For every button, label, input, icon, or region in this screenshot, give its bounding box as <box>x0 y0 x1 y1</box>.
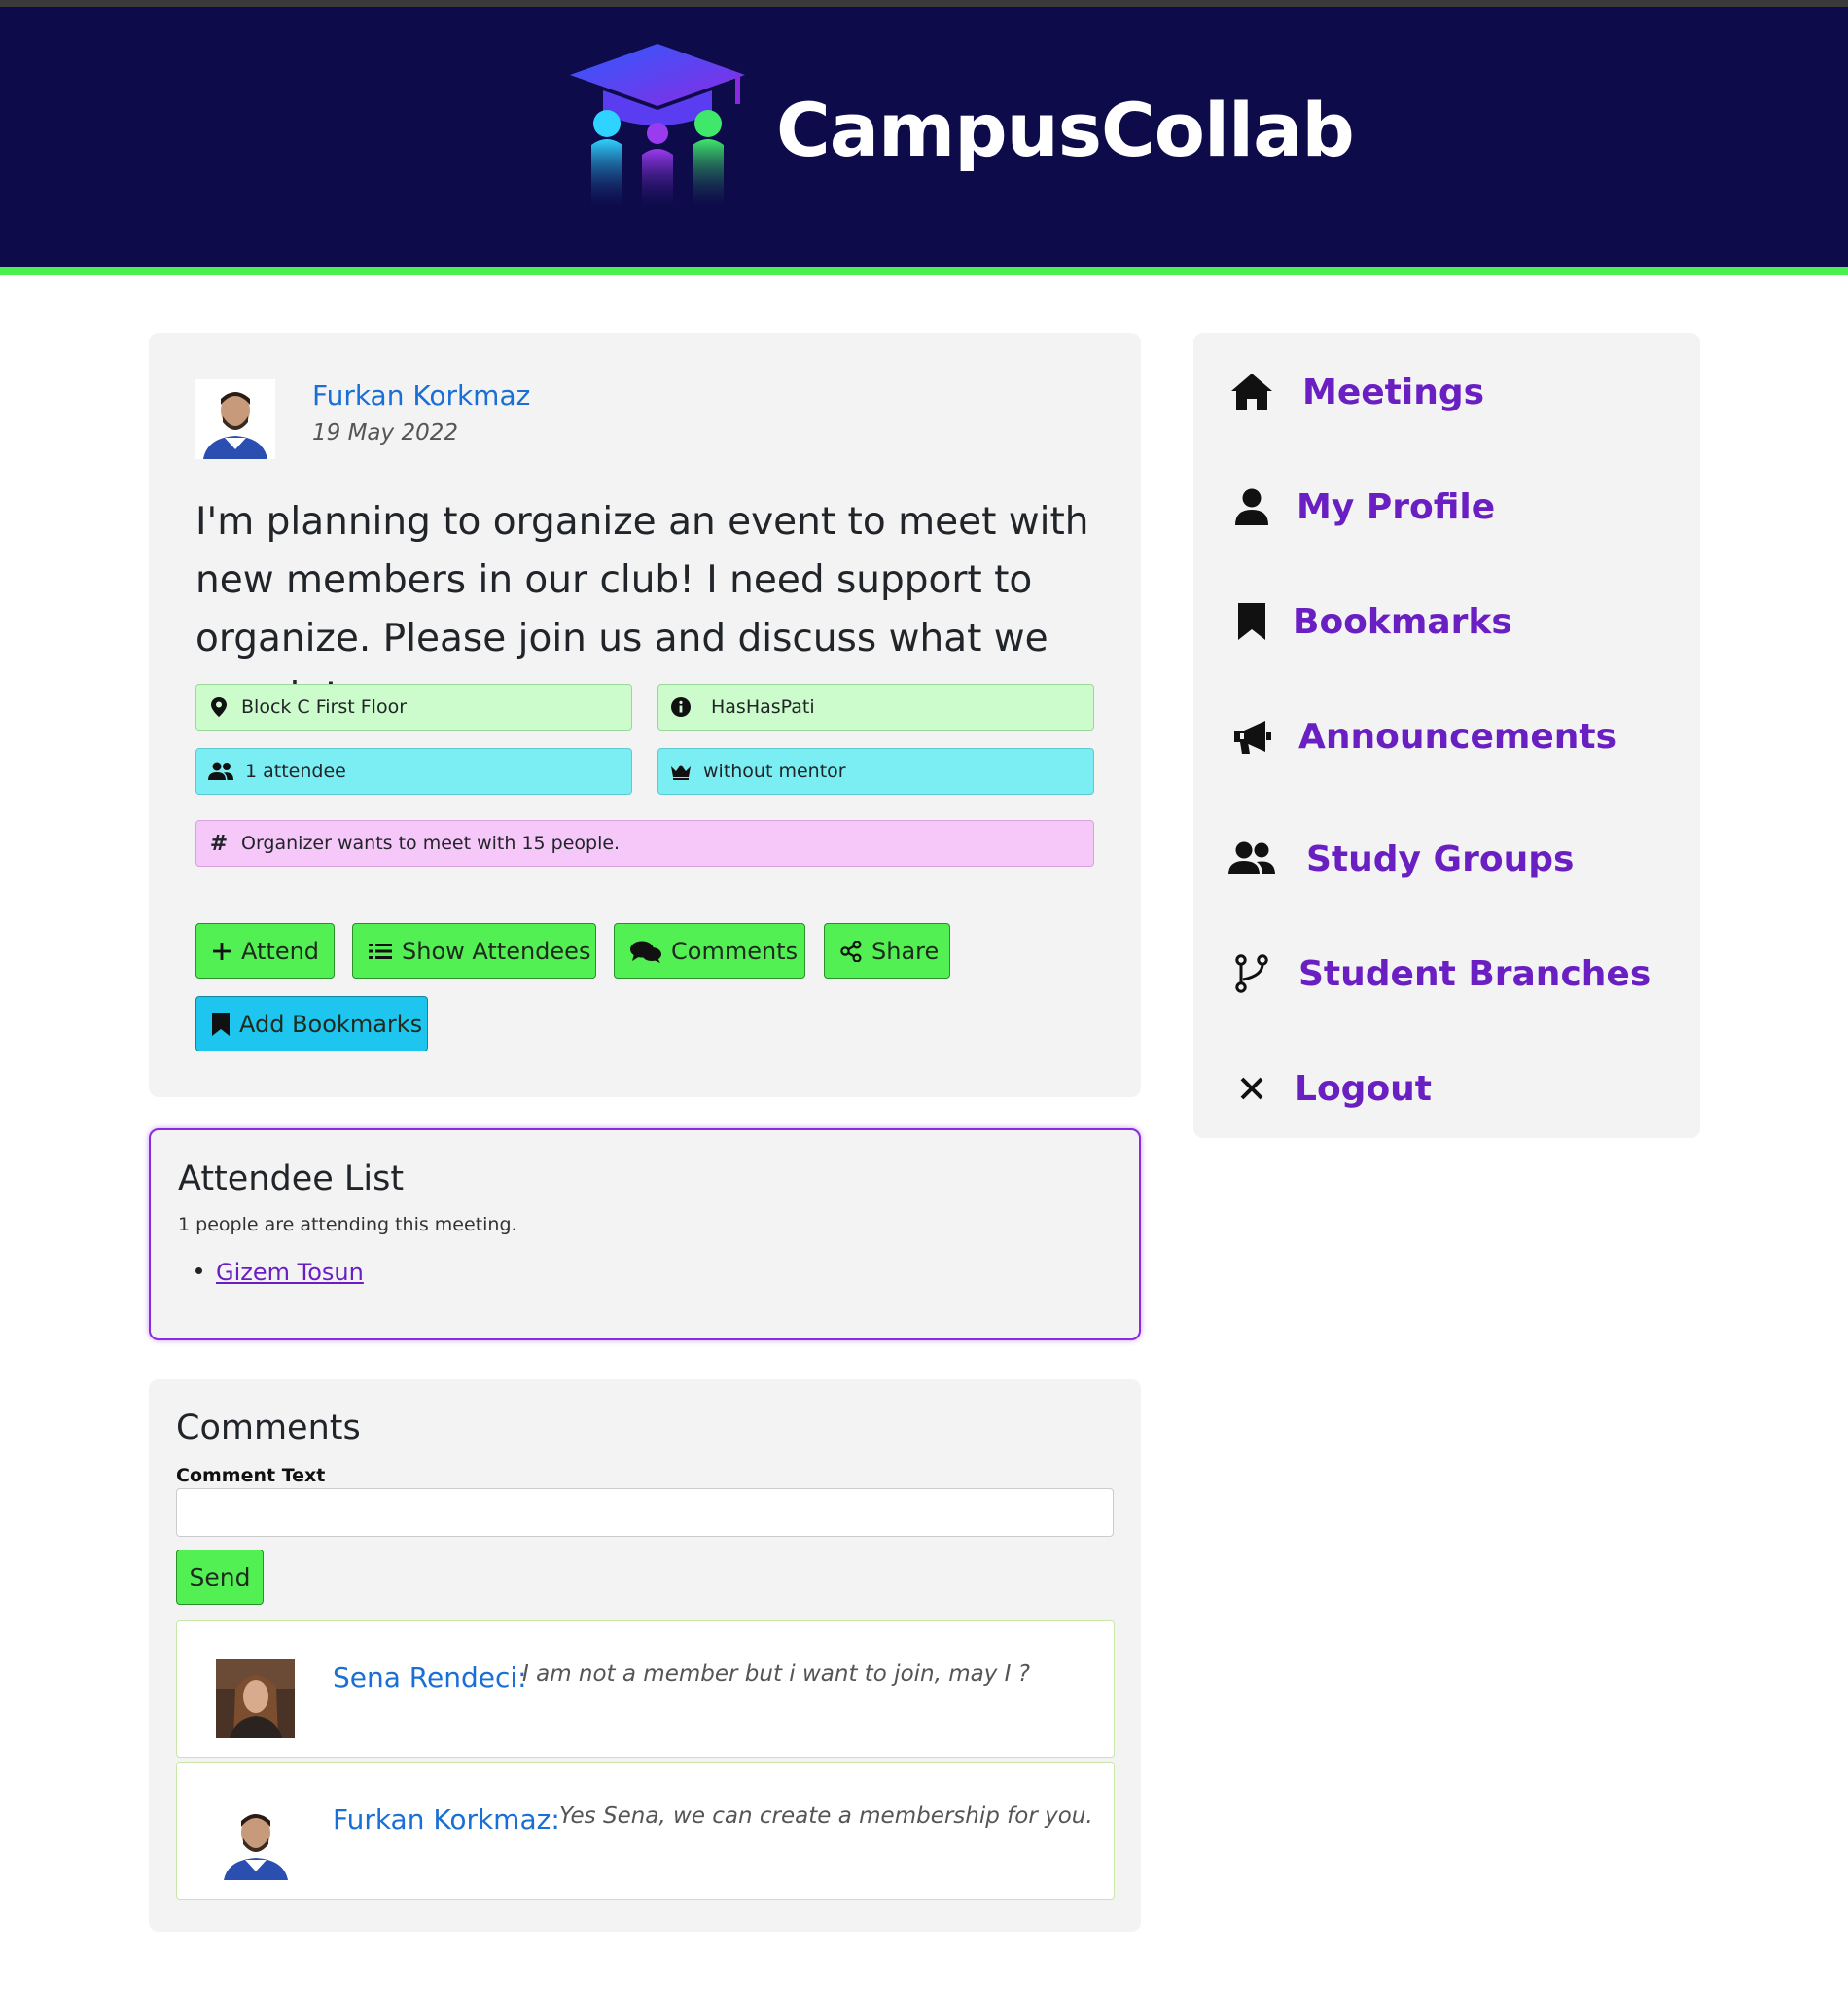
post-author-name[interactable]: Furkan Korkmaz <box>312 379 530 411</box>
sidebar-item-label: Announcements <box>1298 716 1617 757</box>
sidebar-item-label: Logout <box>1295 1068 1433 1109</box>
send-button[interactable]: Send <box>176 1550 264 1605</box>
attend-button-label: Attend <box>241 937 320 965</box>
share-icon <box>840 939 862 964</box>
info-icon <box>670 696 692 718</box>
post-date: 19 May 2022 <box>312 420 458 446</box>
person-photo-icon <box>216 1801 295 1880</box>
comment-author[interactable]: Furkan Korkmaz: <box>333 1803 560 1836</box>
sidebar-item-label: Student Branches <box>1298 953 1652 994</box>
sidebar-item-my-profile[interactable]: My Profile <box>1228 478 1495 536</box>
user-icon <box>1228 483 1275 530</box>
sidebar-item-label: Study Groups <box>1306 838 1575 879</box>
location-text: Block C First Floor <box>241 696 408 718</box>
attendee-list-card: Attendee List 1 people are attending thi… <box>149 1128 1141 1340</box>
sidebar-item-logout[interactable]: Logout <box>1228 1059 1432 1118</box>
attendee-link[interactable]: Gizem Tosun <box>216 1259 364 1286</box>
show-attendees-button[interactable]: Show Attendees <box>352 923 596 979</box>
logo-graduation-icon <box>570 44 745 207</box>
users-icon <box>208 761 233 782</box>
club-tag: HasHasPati <box>657 684 1094 731</box>
sidebar-item-bookmarks[interactable]: Bookmarks <box>1228 592 1512 651</box>
megaphone-icon <box>1228 713 1275 760</box>
location-tag: Block C First Floor <box>195 684 632 731</box>
comments-button-label: Comments <box>671 937 799 965</box>
sidebar-item-label: Meetings <box>1302 372 1485 412</box>
comments-title: Comments <box>176 1408 361 1447</box>
sidebar-item-label: Bookmarks <box>1293 601 1512 642</box>
person-photo-icon <box>195 379 275 459</box>
attendee-list-item: Gizem Tosun <box>195 1259 364 1286</box>
comment-text-input[interactable] <box>176 1488 1114 1537</box>
person-photo-icon <box>216 1659 295 1738</box>
home-icon <box>1228 369 1275 415</box>
logo[interactable]: CampusCollab <box>564 36 1355 221</box>
comment-item: Sena Rendeci: I am not a member but i wa… <box>176 1620 1115 1758</box>
site-header: CampusCollab <box>0 7 1848 267</box>
attendee-list-title: Attendee List <box>178 1159 405 1198</box>
show-attendees-label: Show Attendees <box>402 937 591 965</box>
bookmark-icon <box>212 1012 230 1037</box>
add-bookmarks-label: Add Bookmarks <box>239 1010 423 1038</box>
list-bullet <box>195 1266 202 1274</box>
plus-icon <box>212 939 231 964</box>
share-button-label: Share <box>871 937 940 965</box>
author-avatar[interactable] <box>195 379 275 459</box>
sidebar-nav: Meetings My Profile Bookmarks Announceme… <box>1193 333 1700 1138</box>
hashtag-icon: # <box>209 831 229 856</box>
list-icon <box>369 939 392 964</box>
club-text: HasHasPati <box>711 696 815 718</box>
sidebar-item-label: My Profile <box>1297 486 1496 527</box>
comments-card: Comments Comment Text Send Sena Rendeci:… <box>149 1379 1141 1932</box>
attendee-count-tag: 1 attendee <box>195 748 632 795</box>
meeting-post-card: Furkan Korkmaz 19 May 2022 I'm planning … <box>149 333 1141 1097</box>
bookmark-icon <box>1228 598 1275 645</box>
attendee-count-text: 1 attendee <box>245 761 346 782</box>
sidebar-item-study-groups[interactable]: Study Groups <box>1228 830 1574 888</box>
capacity-text: Organizer wants to meet with 15 people. <box>241 833 621 854</box>
comment-text: I am not a member but i want to join, ma… <box>522 1661 1030 1687</box>
share-button[interactable]: Share <box>824 923 950 979</box>
attendee-count-summary: 1 people are attending this meeting. <box>178 1214 517 1235</box>
commenter-avatar[interactable] <box>216 1659 295 1738</box>
comment-text: Yes Sena, we can create a membership for… <box>559 1803 1093 1829</box>
users-icon <box>1228 836 1275 882</box>
brand-name: CampusCollab <box>776 87 1355 173</box>
add-bookmarks-button[interactable]: Add Bookmarks <box>195 996 428 1051</box>
comment-item: Furkan Korkmaz: Yes Sena, we can create … <box>176 1762 1115 1900</box>
close-icon <box>1228 1065 1275 1112</box>
sidebar-item-meetings[interactable]: Meetings <box>1228 363 1484 421</box>
map-pin-icon <box>208 696 230 718</box>
window-top-strip <box>0 0 1848 7</box>
comment-author[interactable]: Sena Rendeci: <box>333 1661 527 1693</box>
capacity-tag: # Organizer wants to meet with 15 people… <box>195 820 1094 867</box>
comments-button[interactable]: Comments <box>614 923 805 979</box>
commenter-avatar[interactable] <box>216 1801 295 1880</box>
sidebar-item-student-branches[interactable]: Student Branches <box>1228 945 1651 1003</box>
header-accent-bar <box>0 267 1848 275</box>
comment-text-label: Comment Text <box>176 1465 326 1486</box>
mentor-tag: without mentor <box>657 748 1094 795</box>
attend-button[interactable]: Attend <box>195 923 335 979</box>
sidebar-item-announcements[interactable]: Announcements <box>1228 707 1617 766</box>
crown-icon <box>670 761 692 782</box>
chat-bubbles-icon <box>630 939 661 964</box>
mentor-text: without mentor <box>703 761 846 782</box>
branch-icon <box>1228 950 1275 997</box>
